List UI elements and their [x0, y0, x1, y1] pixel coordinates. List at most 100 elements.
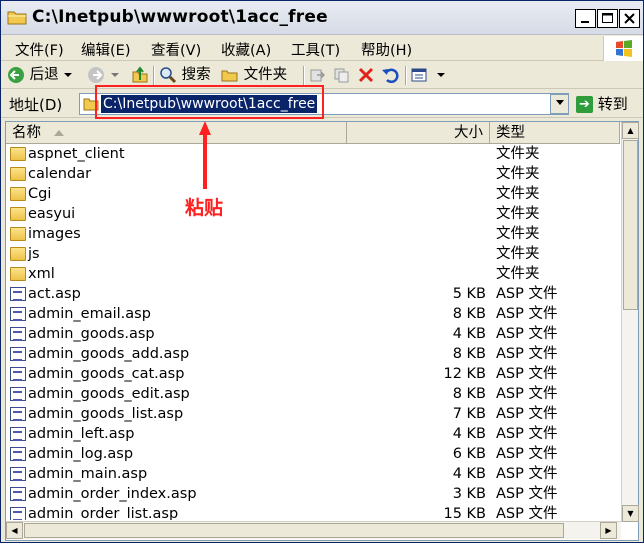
- file-row[interactable]: admin_log.asp 6 KB ASP 文件: [6, 444, 620, 464]
- folders-label: 文件夹: [243, 67, 288, 83]
- horizontal-scrollbar[interactable]: ◀ ▶: [6, 521, 621, 539]
- column-name-label: 名称: [12, 125, 41, 141]
- file-size: 5 KB: [452, 286, 486, 302]
- file-row[interactable]: admin_main.asp 4 KB ASP 文件: [6, 464, 620, 484]
- annotation-highlight-box: [95, 85, 324, 119]
- undo-button[interactable]: [381, 65, 399, 86]
- maximize-button[interactable]: [597, 9, 618, 28]
- file-row[interactable]: act.asp 5 KB ASP 文件: [6, 284, 620, 304]
- scroll-down-button[interactable]: ▼: [622, 505, 639, 522]
- address-dropdown-button[interactable]: [550, 94, 569, 114]
- file-type: ASP 文件: [496, 386, 558, 402]
- folder-icon: [10, 247, 26, 261]
- asp-file-icon: [10, 387, 26, 401]
- file-type: 文件夹: [496, 166, 540, 182]
- asp-file-icon: [10, 507, 26, 520]
- file-row[interactable]: admin_order_index.asp 3 KB ASP 文件: [6, 484, 620, 504]
- asp-file-icon: [10, 327, 26, 341]
- file-size: 15 KB: [443, 506, 486, 520]
- file-type: ASP 文件: [496, 466, 558, 482]
- file-size: 4 KB: [452, 426, 486, 442]
- toolbar-separator: [303, 66, 305, 85]
- asp-file-icon: [10, 407, 26, 421]
- delete-button[interactable]: [357, 65, 375, 86]
- minimize-button[interactable]: [575, 9, 596, 28]
- search-icon: [160, 67, 177, 84]
- folder-icon: [10, 147, 26, 161]
- file-size: 8 KB: [452, 346, 486, 362]
- scroll-right-button[interactable]: ▶: [600, 522, 617, 539]
- folder-row[interactable]: images 文件夹: [6, 224, 620, 244]
- chevron-down-icon: [64, 73, 73, 77]
- file-type: ASP 文件: [496, 506, 558, 520]
- up-folder-button[interactable]: [131, 65, 149, 86]
- file-type: ASP 文件: [496, 286, 558, 302]
- column-size-label: 大小: [454, 125, 483, 141]
- folders-icon: [221, 70, 238, 82]
- chevron-down-icon: [436, 73, 445, 77]
- file-name: act.asp: [28, 286, 81, 302]
- up-folder-icon: [132, 66, 148, 83]
- file-row[interactable]: admin_goods_add.asp 8 KB ASP 文件: [6, 344, 620, 364]
- toolbar-separator: [405, 66, 407, 85]
- folder-row[interactable]: Cgi 文件夹: [6, 184, 620, 204]
- annotation-arrow-icon: [199, 121, 211, 189]
- folder-row[interactable]: easyui 文件夹: [6, 204, 620, 224]
- folder-icon: [10, 167, 26, 181]
- toolbar-separator: [153, 66, 155, 85]
- folder-row[interactable]: js 文件夹: [6, 244, 620, 264]
- folder-row[interactable]: aspnet_client 文件夹: [6, 144, 620, 164]
- file-size: 8 KB: [452, 386, 486, 402]
- folder-icon: [10, 207, 26, 221]
- file-row[interactable]: admin_order_list.asp 15 KB ASP 文件: [6, 504, 620, 520]
- file-type: 文件夹: [496, 266, 540, 282]
- title-bar[interactable]: C:\Inetpub\wwwroot\1acc_free: [1, 1, 643, 35]
- file-name: admin_main.asp: [28, 466, 148, 482]
- menu-help[interactable]: 帮助(H): [361, 39, 412, 60]
- file-size: 4 KB: [452, 466, 486, 482]
- scroll-up-button[interactable]: ▲: [622, 122, 639, 139]
- go-button[interactable]: ➔ 转到: [576, 93, 628, 115]
- copy-to-button[interactable]: [333, 65, 351, 86]
- move-to-button[interactable]: [309, 65, 327, 86]
- menu-tools[interactable]: 工具(T): [291, 39, 340, 60]
- menu-edit[interactable]: 编辑(E): [81, 39, 130, 60]
- undo-icon: [382, 68, 399, 84]
- go-arrow-icon: ➔: [576, 96, 593, 113]
- search-button[interactable]: 搜索: [159, 65, 211, 86]
- file-size: 8 KB: [452, 306, 486, 322]
- maximize-icon: [602, 13, 613, 23]
- file-type: ASP 文件: [496, 406, 558, 422]
- views-icon: [411, 68, 427, 82]
- column-header-size[interactable]: 大小: [347, 122, 490, 144]
- folder-row[interactable]: calendar 文件夹: [6, 164, 620, 184]
- menu-favorites[interactable]: 收藏(A): [221, 39, 271, 60]
- close-button[interactable]: [619, 9, 640, 28]
- folder-row[interactable]: xml 文件夹: [6, 264, 620, 284]
- column-header-name[interactable]: 名称: [6, 122, 347, 144]
- asp-file-icon: [10, 367, 26, 381]
- file-type: ASP 文件: [496, 426, 558, 442]
- scroll-thumb[interactable]: [623, 140, 638, 310]
- menu-view[interactable]: 查看(V): [151, 39, 201, 60]
- file-row[interactable]: admin_goods_cat.asp 12 KB ASP 文件: [6, 364, 620, 384]
- file-row[interactable]: admin_email.asp 8 KB ASP 文件: [6, 304, 620, 324]
- minimize-icon: [581, 21, 589, 23]
- views-button[interactable]: [411, 65, 446, 86]
- scroll-left-button[interactable]: ◀: [6, 522, 23, 539]
- file-size: 6 KB: [452, 446, 486, 462]
- folders-button[interactable]: 文件夹: [221, 65, 287, 86]
- menu-file[interactable]: 文件(F): [15, 39, 64, 60]
- file-row[interactable]: admin_left.asp 4 KB ASP 文件: [6, 424, 620, 444]
- file-row[interactable]: admin_goods.asp 4 KB ASP 文件: [6, 324, 620, 344]
- forward-button[interactable]: [87, 65, 120, 86]
- folder-icon: [10, 227, 26, 241]
- scroll-thumb-horizontal[interactable]: [24, 523, 564, 538]
- vertical-scrollbar[interactable]: ▲ ▼: [621, 122, 639, 522]
- file-row[interactable]: admin_goods_edit.asp 8 KB ASP 文件: [6, 384, 620, 404]
- asp-file-icon: [10, 467, 26, 481]
- back-button[interactable]: 后退: [7, 65, 73, 86]
- file-row[interactable]: admin_goods_list.asp 7 KB ASP 文件: [6, 404, 620, 424]
- column-header-type[interactable]: 类型: [490, 122, 620, 144]
- asp-file-icon: [10, 447, 26, 461]
